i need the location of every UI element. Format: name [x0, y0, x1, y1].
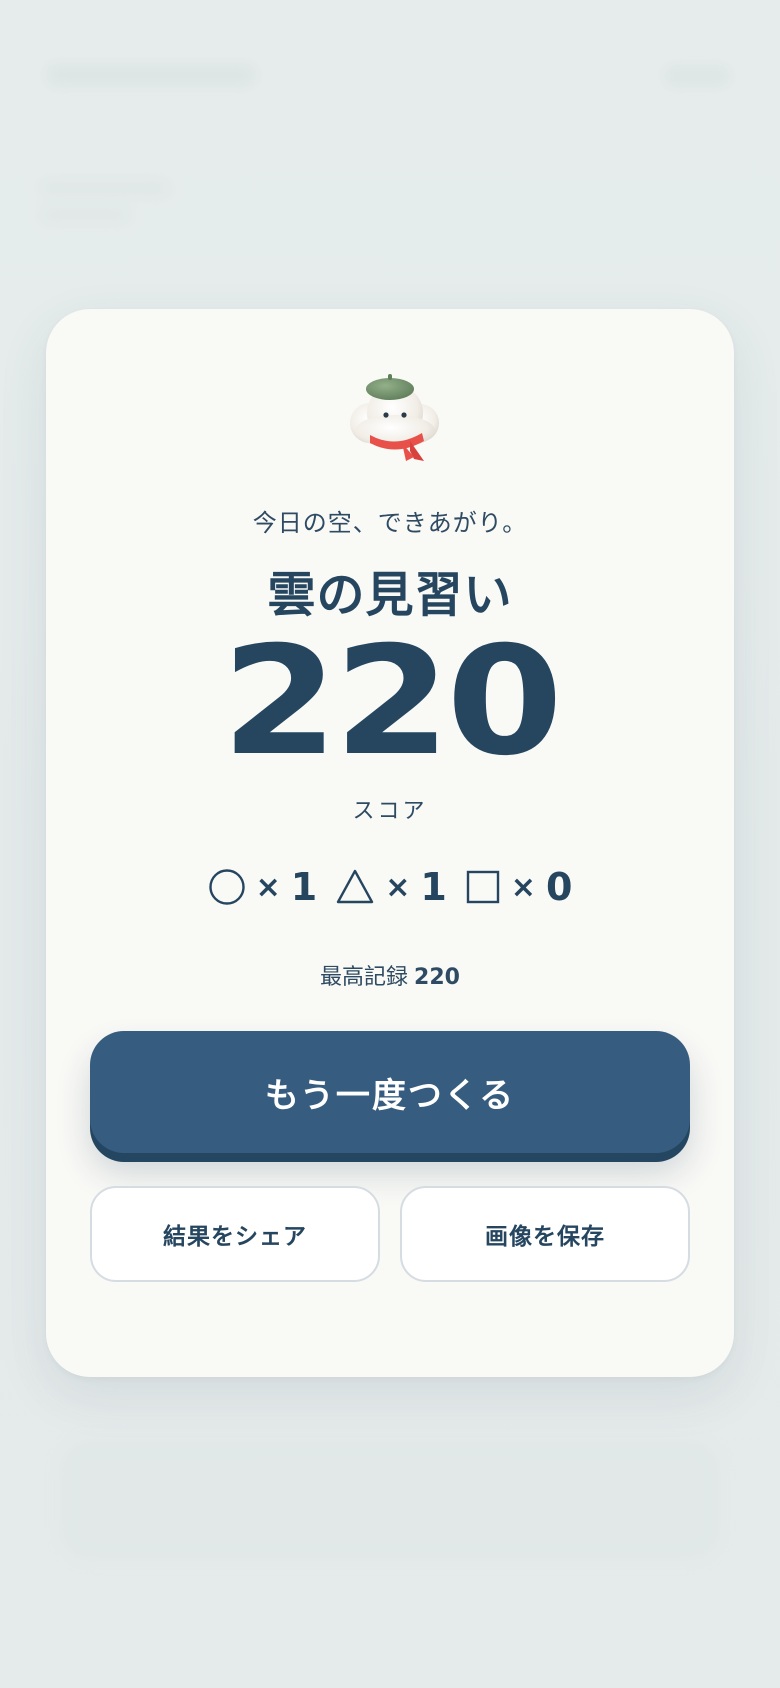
result-tagline: 今日の空、できあがり。	[252, 509, 528, 537]
times-sign: ×	[385, 869, 411, 905]
secondary-actions: 結果をシェア 画像を保存	[90, 1186, 690, 1282]
best-record: 最高記録 220	[46, 959, 734, 991]
triangle-count: × 1	[335, 865, 447, 909]
triangle-icon	[335, 868, 375, 906]
share-result-button[interactable]: 結果をシェア	[90, 1186, 380, 1282]
best-record-value: 220	[414, 965, 460, 990]
best-record-label: 最高記録	[320, 965, 409, 990]
score-value: 220	[221, 615, 563, 789]
save-image-button[interactable]: 画像を保存	[400, 1186, 690, 1282]
triangle-count-value: 1	[420, 865, 447, 909]
circle-count-value: 1	[290, 865, 318, 909]
square-count: × 0	[465, 865, 573, 909]
square-count-value: 0	[545, 865, 573, 909]
cloud-mascot-icon	[340, 365, 450, 465]
circle-icon	[208, 868, 246, 906]
circle-count: × 1	[208, 865, 318, 909]
shape-counts: × 1 × 1 × 0	[46, 865, 734, 909]
result-card: 今日の空、できあがり。 雲の見習い 220 スコア × 1 × 1 × 0 最高…	[46, 309, 734, 1377]
retry-button[interactable]: もう一度つくる	[90, 1031, 690, 1153]
score-label: スコア	[352, 799, 428, 824]
times-sign: ×	[255, 869, 281, 905]
times-sign: ×	[510, 869, 536, 905]
square-icon	[465, 869, 501, 905]
